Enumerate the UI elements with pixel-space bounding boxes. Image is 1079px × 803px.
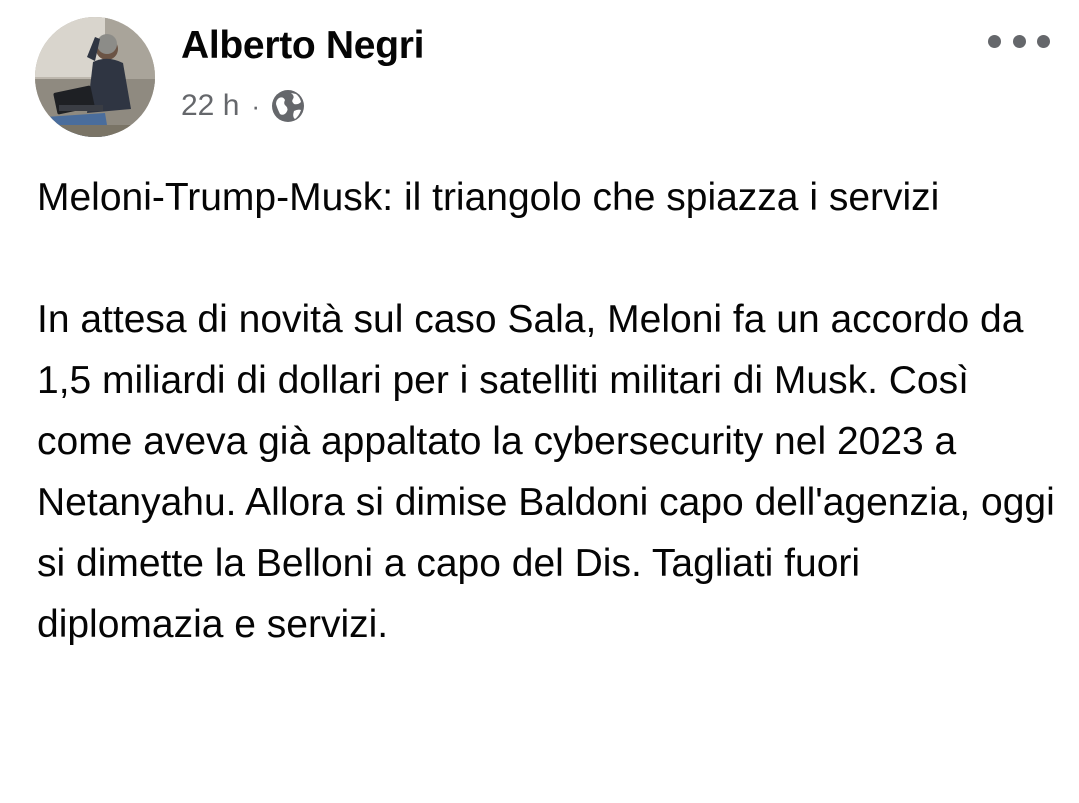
post-timestamp[interactable]: 22 h <box>181 89 239 123</box>
more-options-button[interactable] <box>988 28 1050 54</box>
more-options-icon-dot <box>1012 34 1026 48</box>
post-header: Alberto Negri 22 h · <box>0 0 1079 150</box>
meta-separator: · <box>251 91 261 121</box>
post-content: Meloni-Trump-Musk: il triangolo che spia… <box>37 167 1057 655</box>
more-options-icon-dot <box>1037 34 1050 48</box>
author-name[interactable]: Alberto Negri <box>181 24 424 68</box>
more-options-icon-dot <box>988 34 1001 48</box>
avatar-photo <box>35 17 155 137</box>
author-avatar[interactable] <box>35 17 155 137</box>
post-body-text: In attesa di novità sul caso Sala, Melon… <box>37 298 1055 646</box>
post-meta: 22 h · <box>181 86 306 126</box>
post-title-line: Meloni-Trump-Musk: il triangolo che spia… <box>37 176 940 219</box>
globe-icon[interactable] <box>270 88 306 124</box>
